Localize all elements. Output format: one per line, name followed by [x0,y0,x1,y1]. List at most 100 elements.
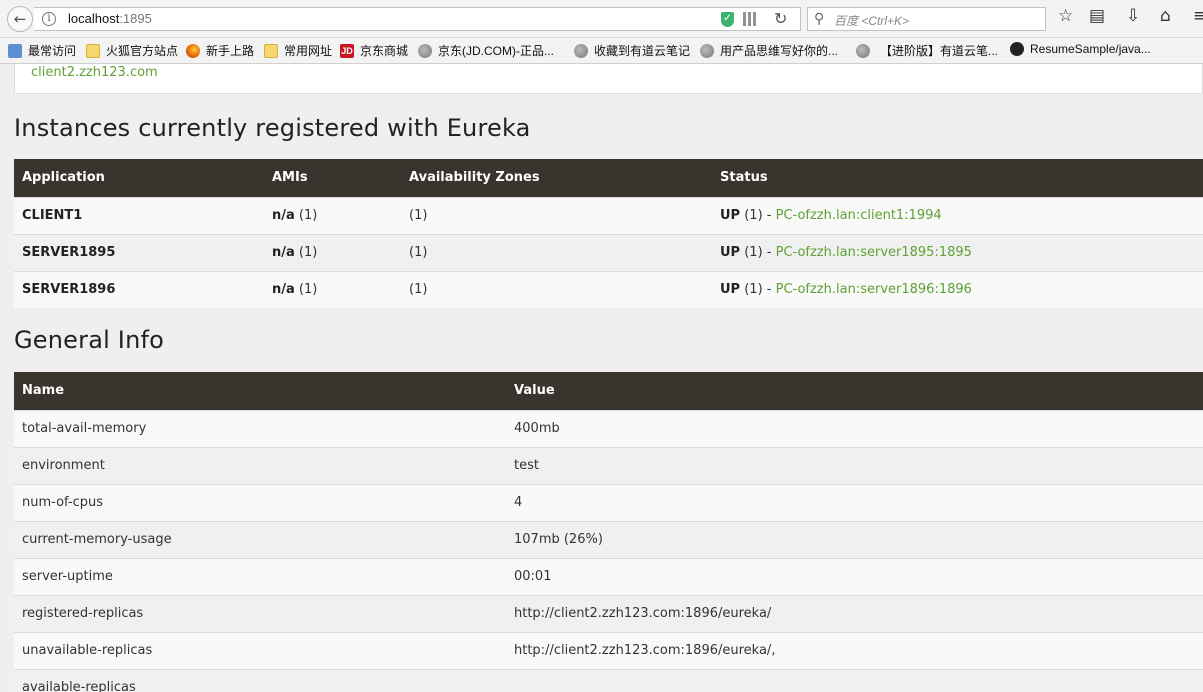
status-value: UP [720,208,741,223]
table-row: current-memory-usage 107mb (26%) [14,520,1203,558]
amis-count: (1) [294,282,318,298]
table-row: available-replicas [14,668,1203,692]
table-row: registered-replicas http://client2.zzh12… [14,594,1203,632]
info-name: available-replicas [14,668,506,692]
home-icon[interactable]: ⌂ [1160,8,1171,25]
zones-cell: (1) [401,233,712,271]
table-row: server-uptime 00:01 [14,557,1203,595]
bookmark-star-icon[interactable]: ☆ [1058,8,1073,25]
info-name: environment [14,446,506,484]
info-value: 107mb (26%) [506,520,1203,558]
jd-icon: JD [340,43,354,58]
status-cell: UP (1) - PC-ofzzh.lan:server1895:1895 [712,233,1203,271]
info-icon[interactable]: i [42,12,56,26]
url-host: localhost [68,11,120,26]
reading-list-icon[interactable]: ▤ [1089,8,1105,25]
search-placeholder: 百度 <Ctrl+K> [834,14,910,28]
reload-icon[interactable]: ↻ [774,9,787,28]
amis-value: n/a [272,208,295,223]
info-value: 4 [506,483,1203,521]
globe-icon [418,43,432,58]
instances-table: Application AMIs Availability Zones Stat… [14,159,1203,308]
info-value: 400mb [506,409,1203,447]
search-bar[interactable]: ⚲ 百度 <Ctrl+K> [807,7,1046,31]
zones-cell: (1) [401,270,712,308]
bookmark-label: 京东(JD.COM)-正品... [438,44,554,58]
menu-icon[interactable]: ≡ [1193,8,1203,25]
zones-cell: (1) [401,196,712,234]
page-content: client2.zzh123.com Instances currently r… [0,64,1203,692]
qr-code-icon[interactable] [743,12,757,26]
url-bar[interactable]: i localhost:1895 ✓ ↻ [34,7,801,31]
table-row: CLIENT1 n/a (1) (1) UP (1) - PC-ofzzh.la… [14,196,1203,234]
info-value [506,668,1203,692]
bookmark-item[interactable]: 火狐官方站点 [86,42,178,59]
table-row: SERVER1895 n/a (1) (1) UP (1) - PC-ofzzh… [14,233,1203,271]
application-name: SERVER1895 [14,233,264,271]
info-name: unavailable-replicas [14,631,506,669]
bookmark-item[interactable]: ResumeSample/java... [1010,42,1151,56]
amis-value: n/a [272,282,295,298]
info-value: http://client2.zzh123.com:1896/eureka/, [506,631,1203,669]
globe-icon [856,43,870,58]
download-icon[interactable]: ⇩ [1126,8,1140,25]
info-value: test [506,446,1203,484]
status-cell: UP (1) - PC-ofzzh.lan:client1:1994 [712,196,1203,234]
bookmark-label: 常用网址 [284,44,333,58]
top-panel: client2.zzh123.com [14,64,1203,94]
replica-link[interactable]: client2.zzh123.com [31,65,158,80]
table-row: unavailable-replicas http://client2.zzh1… [14,631,1203,669]
bookmark-item[interactable]: 新手上路 [186,42,254,59]
folder-icon [86,43,100,58]
column-header: Value [506,372,1203,410]
instances-heading: Instances currently registered with Eure… [14,114,531,142]
info-name: current-memory-usage [14,520,506,558]
amis-cell: n/a (1) [264,196,401,234]
url-port: :1895 [119,11,152,26]
info-name: registered-replicas [14,594,506,632]
status-value: UP [720,282,741,298]
bookmark-item[interactable]: 最常访问 [8,42,76,59]
bookmarks-bar: 最常访问 火狐官方站点 新手上路 常用网址 JD 京东商城 京东(JD.COM)-… [0,38,1203,64]
instance-link[interactable]: PC-ofzzh.lan:client1:1994 [776,208,942,223]
application-name: CLIENT1 [14,196,264,234]
amis-count: (1) [294,208,318,223]
bookmark-item[interactable]: 京东(JD.COM)-正品... [418,42,554,59]
firefox-icon [186,43,200,58]
amis-cell: n/a (1) [264,270,401,308]
status-count: (1) - [740,282,776,298]
status-count: (1) - [740,245,776,260]
column-header: AMIs [264,159,401,197]
bookmark-label: 最常访问 [28,44,77,58]
bookmark-label: 收藏到有道云笔记 [594,44,691,58]
general-info-table: Name Value total-avail-memory 400mb envi… [14,372,1203,692]
instance-link[interactable]: PC-ofzzh.lan:server1896:1896 [776,282,972,297]
info-name: server-uptime [14,557,506,595]
bookmark-item[interactable]: 常用网址 [264,42,332,59]
bookmark-item[interactable]: 用产品思维写好你的... [700,42,838,59]
info-name: total-avail-memory [14,409,506,447]
amis-value: n/a [272,245,295,260]
general-info-heading: General Info [14,326,165,354]
bookmark-item[interactable]: 收藏到有道云笔记 [574,42,690,59]
browser-toolbar: ← i localhost:1895 ✓ ↻ ⚲ 百度 <Ctrl+K> ☆ ▤… [0,0,1203,38]
bookmark-label: 京东商城 [360,44,409,58]
table-header-row: Name Value [14,372,1203,410]
table-row: environment test [14,446,1203,484]
instance-link[interactable]: PC-ofzzh.lan:server1895:1895 [776,245,972,260]
bookmark-label: 火狐官方站点 [106,44,179,58]
folder-icon [264,43,278,58]
bookmark-item[interactable]: 【进阶版】有道云笔... [856,42,998,59]
back-arrow-icon[interactable]: ← [7,6,33,32]
url-text[interactable]: localhost:1895 [68,11,152,26]
github-icon [1010,42,1024,56]
table-row: num-of-cpus 4 [14,483,1203,521]
column-header: Status [712,159,1203,197]
table-row: SERVER1896 n/a (1) (1) UP (1) - PC-ofzzh… [14,270,1203,308]
status-cell: UP (1) - PC-ofzzh.lan:server1896:1896 [712,270,1203,308]
globe-icon [700,43,714,58]
bookmark-item[interactable]: JD 京东商城 [340,42,408,59]
globe-icon [574,43,588,58]
shield-icon[interactable]: ✓ [721,12,734,27]
bookmark-label: 新手上路 [206,44,255,58]
